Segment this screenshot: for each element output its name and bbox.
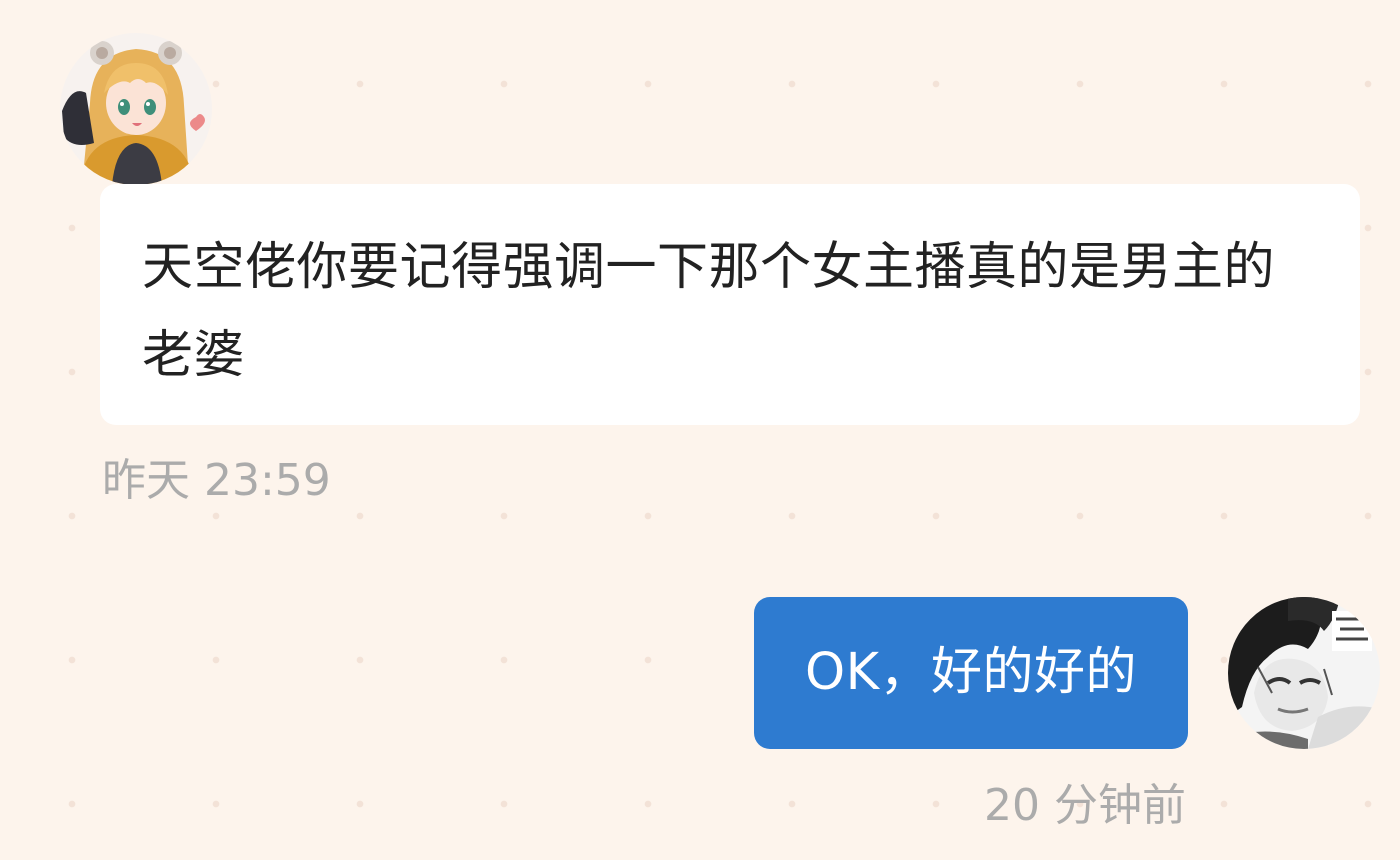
outgoing-message-timestamp: 20 分钟前	[984, 780, 1186, 831]
anime-girl-avatar-icon	[60, 33, 212, 185]
outgoing-message-text: OK，好的好的	[804, 643, 1138, 702]
incoming-message-bubble[interactable]: 天空佬你要记得强调一下那个女主播真的是男主的老婆	[100, 184, 1360, 425]
incoming-message-text: 天空佬你要记得强调一下那个女主播真的是男主的老婆	[142, 238, 1276, 385]
my-avatar[interactable]	[1228, 597, 1380, 749]
outgoing-message-bubble[interactable]: OK，好的好的	[754, 597, 1188, 749]
manga-character-avatar-icon	[1228, 597, 1380, 749]
chat-thread: 天空佬你要记得强调一下那个女主播真的是男主的老婆 昨天 23:59 OK，好的好…	[0, 0, 1400, 860]
sender-avatar[interactable]	[60, 33, 212, 185]
incoming-message-timestamp: 昨天 23:59	[102, 455, 331, 506]
